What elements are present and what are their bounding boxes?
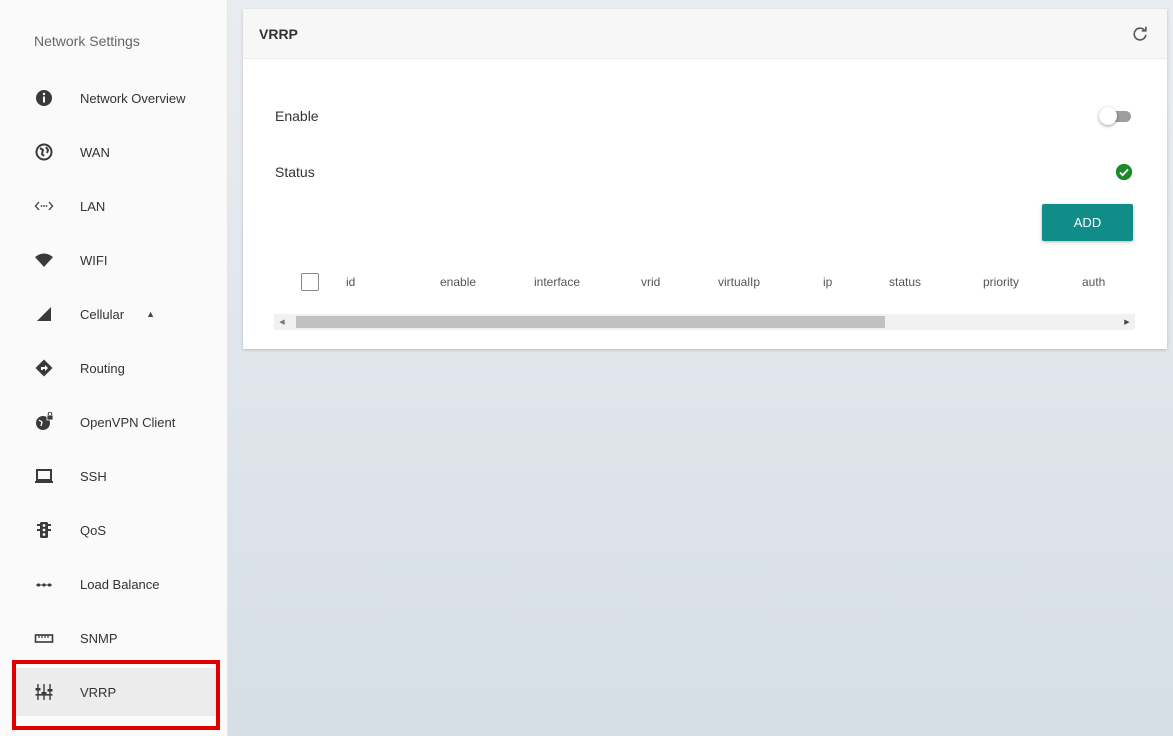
vrrp-panel: VRRP Enable Status ADD id enable interfa… bbox=[243, 9, 1167, 349]
column-header-vrid[interactable]: vrid bbox=[641, 275, 660, 289]
sidebar-title: Network Settings bbox=[34, 33, 140, 49]
globe-icon bbox=[30, 138, 58, 166]
column-header-auth[interactable]: auth bbox=[1082, 275, 1105, 289]
horizontal-scrollbar[interactable]: ◀ ▶ bbox=[274, 314, 1135, 330]
cellular-signal-icon bbox=[30, 300, 58, 328]
scroll-right-icon[interactable]: ▶ bbox=[1119, 314, 1135, 330]
sidebar-item-label: Routing bbox=[80, 360, 125, 376]
add-button[interactable]: ADD bbox=[1042, 204, 1133, 241]
info-circle-icon bbox=[30, 84, 58, 112]
scroll-left-icon[interactable]: ◀ bbox=[274, 314, 290, 330]
sidebar-item-label: WIFI bbox=[80, 252, 108, 268]
refresh-button[interactable] bbox=[1129, 23, 1151, 45]
sidebar-item-label: OpenVPN Client bbox=[80, 414, 176, 430]
dots-line-icon bbox=[30, 570, 58, 598]
chevron-up-icon[interactable]: ▲ bbox=[146, 309, 155, 319]
column-header-id[interactable]: id bbox=[346, 275, 355, 289]
vpn-globe-lock-icon bbox=[30, 408, 58, 436]
column-header-virtualip[interactable]: virtualIp bbox=[718, 275, 760, 289]
sidebar-item-load-balance[interactable]: Load Balance bbox=[12, 560, 216, 608]
sidebar-item-vrrp[interactable]: VRRP bbox=[12, 668, 216, 716]
sidebar-item-openvpn-client[interactable]: OpenVPN Client bbox=[12, 398, 216, 446]
sidebar-item-qos[interactable]: QoS bbox=[12, 506, 216, 554]
sidebar-item-snmp[interactable]: SNMP bbox=[12, 614, 216, 662]
sidebar-item-cellular[interactable]: Cellular ▲ bbox=[12, 290, 216, 338]
sidebar-item-wan[interactable]: WAN bbox=[12, 128, 216, 176]
laptop-icon bbox=[30, 462, 58, 490]
sidebar-item-ssh[interactable]: SSH bbox=[12, 452, 216, 500]
ruler-icon bbox=[30, 624, 58, 652]
sidebar-item-label: Load Balance bbox=[80, 576, 160, 592]
enable-toggle[interactable] bbox=[1099, 107, 1133, 125]
sidebar-item-label: WAN bbox=[80, 144, 110, 160]
column-header-priority[interactable]: priority bbox=[983, 275, 1019, 289]
status-row: Status bbox=[275, 158, 1133, 186]
check-circle-icon bbox=[1115, 163, 1133, 181]
status-label: Status bbox=[275, 164, 315, 180]
traffic-light-icon bbox=[30, 516, 58, 544]
sidebar-item-label: SSH bbox=[80, 468, 107, 484]
scrollbar-thumb[interactable] bbox=[296, 316, 885, 328]
enable-row: Enable bbox=[275, 102, 1133, 130]
column-header-status[interactable]: status bbox=[889, 275, 921, 289]
sidebar-item-network-overview[interactable]: Network Overview bbox=[12, 74, 216, 122]
sidebar-item-label: SNMP bbox=[80, 630, 118, 646]
table-header: id enable interface vrid virtualIp ip st… bbox=[301, 273, 1167, 297]
sidebar-item-label: QoS bbox=[80, 522, 107, 538]
page-title: VRRP bbox=[259, 25, 298, 42]
sidebar-item-lan[interactable]: LAN bbox=[12, 182, 216, 230]
select-all-checkbox[interactable] bbox=[301, 273, 319, 291]
enable-label: Enable bbox=[275, 108, 319, 124]
sidebar-item-wifi[interactable]: WIFI bbox=[12, 236, 216, 284]
sidebar-item-label: VRRP bbox=[80, 684, 117, 700]
column-header-ip[interactable]: ip bbox=[823, 275, 832, 289]
panel-header: VRRP bbox=[243, 9, 1167, 59]
equalizer-icon bbox=[30, 678, 58, 706]
column-header-enable[interactable]: enable bbox=[440, 275, 476, 289]
directions-icon bbox=[30, 354, 58, 382]
toggle-knob bbox=[1099, 107, 1117, 125]
refresh-icon bbox=[1133, 26, 1147, 41]
lan-dots-icon bbox=[30, 192, 58, 220]
sidebar-item-routing[interactable]: Routing bbox=[12, 344, 216, 392]
sidebar-item-label: Cellular bbox=[80, 306, 125, 322]
column-header-interface[interactable]: interface bbox=[534, 275, 580, 289]
sidebar: Network Settings Network Overview WAN LA… bbox=[0, 0, 228, 736]
sidebar-item-label: LAN bbox=[80, 198, 106, 214]
sidebar-item-label: Network Overview bbox=[80, 90, 186, 106]
wifi-icon bbox=[30, 246, 58, 274]
